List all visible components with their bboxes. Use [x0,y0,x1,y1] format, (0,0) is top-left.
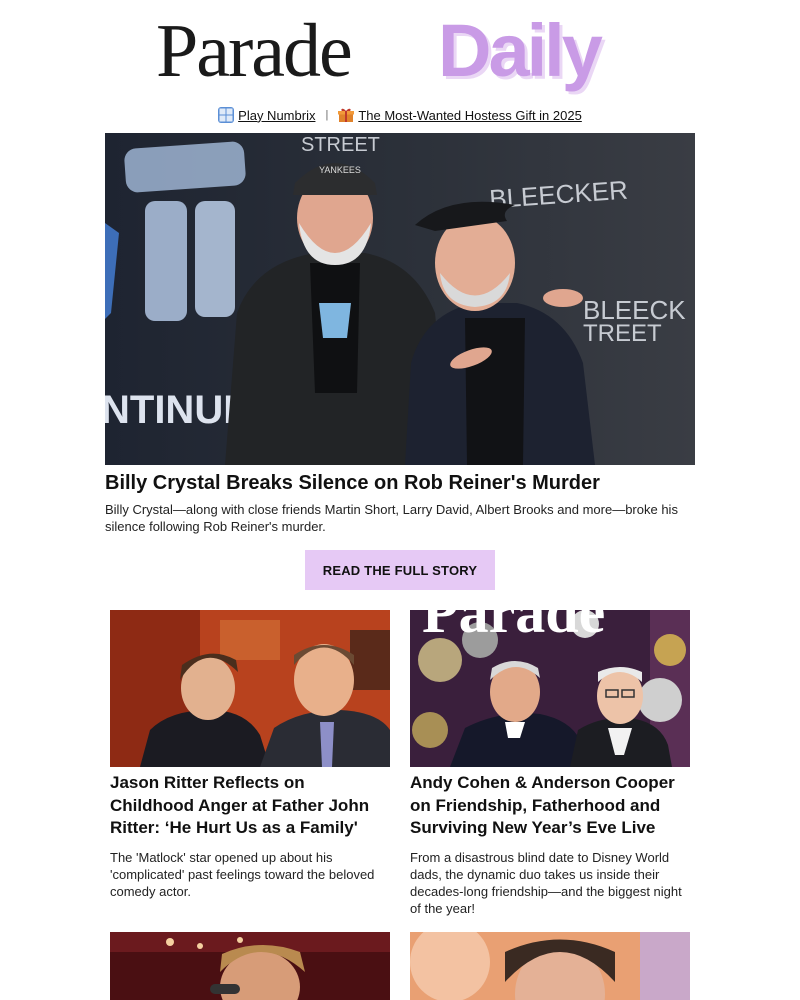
hero-cap-text: YANKEES [319,165,361,175]
article-thumbnail-andy-cohen-anderson-cooper[interactable]: Parade [410,610,690,767]
promo-bar: Play Numbrix | The Most-Wanted Hostess G… [0,104,800,126]
newsletter-header: Parade Daily [0,0,800,100]
numbrix-link-item[interactable]: Play Numbrix [218,107,315,123]
article-card-description: From a disastrous blind date to Disney W… [410,849,682,916]
hero-photo-billy-crystal-rob-reiner: NTINUES STREET BLEECKER BLEECK TREET YAN… [105,133,695,465]
article-card[interactable]: Jason Ritter Reflects on Childhood Anger… [110,610,390,900]
hero-description: Billy Crystal—along with close friends M… [105,502,678,534]
article-thumbnail-jason-john-ritter[interactable] [110,610,390,767]
article-card-description: The 'Matlock' star opened up about his '… [110,849,375,899]
article-thumbnail[interactable] [410,932,690,1000]
article-thumbnail-portrait [410,932,690,1000]
gift-link-item[interactable]: The Most-Wanted Hostess Gift in 2025 [338,107,582,123]
hero-image[interactable]: NTINUES STREET BLEECKER BLEECK TREET YAN… [105,133,695,465]
article-card[interactable]: Parade Andy Cohen & Anderson Cooper on F… [410,610,690,917]
hero-backdrop-text: STREET [301,134,380,156]
article-card-title[interactable]: Jason Ritter Reflects on Childhood Anger… [110,772,390,840]
hero-headline[interactable]: Billy Crystal Breaks Silence on Rob Rein… [105,470,705,496]
numbrix-link[interactable]: Play Numbrix [238,108,315,123]
article-card-title[interactable]: Andy Cohen & Anderson Cooper on Friendsh… [410,772,690,840]
gift-link[interactable]: The Most-Wanted Hostess Gift in 2025 [358,108,582,123]
magazine-cover-masthead: Parade [422,610,605,645]
gift-icon [338,108,355,122]
parade-daily-logo[interactable]: Parade Daily [150,8,650,98]
logo-word-daily: Daily [438,9,603,92]
article-thumbnail[interactable] [110,932,390,1000]
numbers-icon [218,107,235,123]
logo-word-parade: Parade [156,9,351,93]
article-thumbnail-singer [110,932,390,1000]
read-full-story-button[interactable]: READ THE FULL STORY [305,550,495,590]
promo-separator: | [325,109,329,121]
hero-backdrop-text: TREET [583,320,662,347]
